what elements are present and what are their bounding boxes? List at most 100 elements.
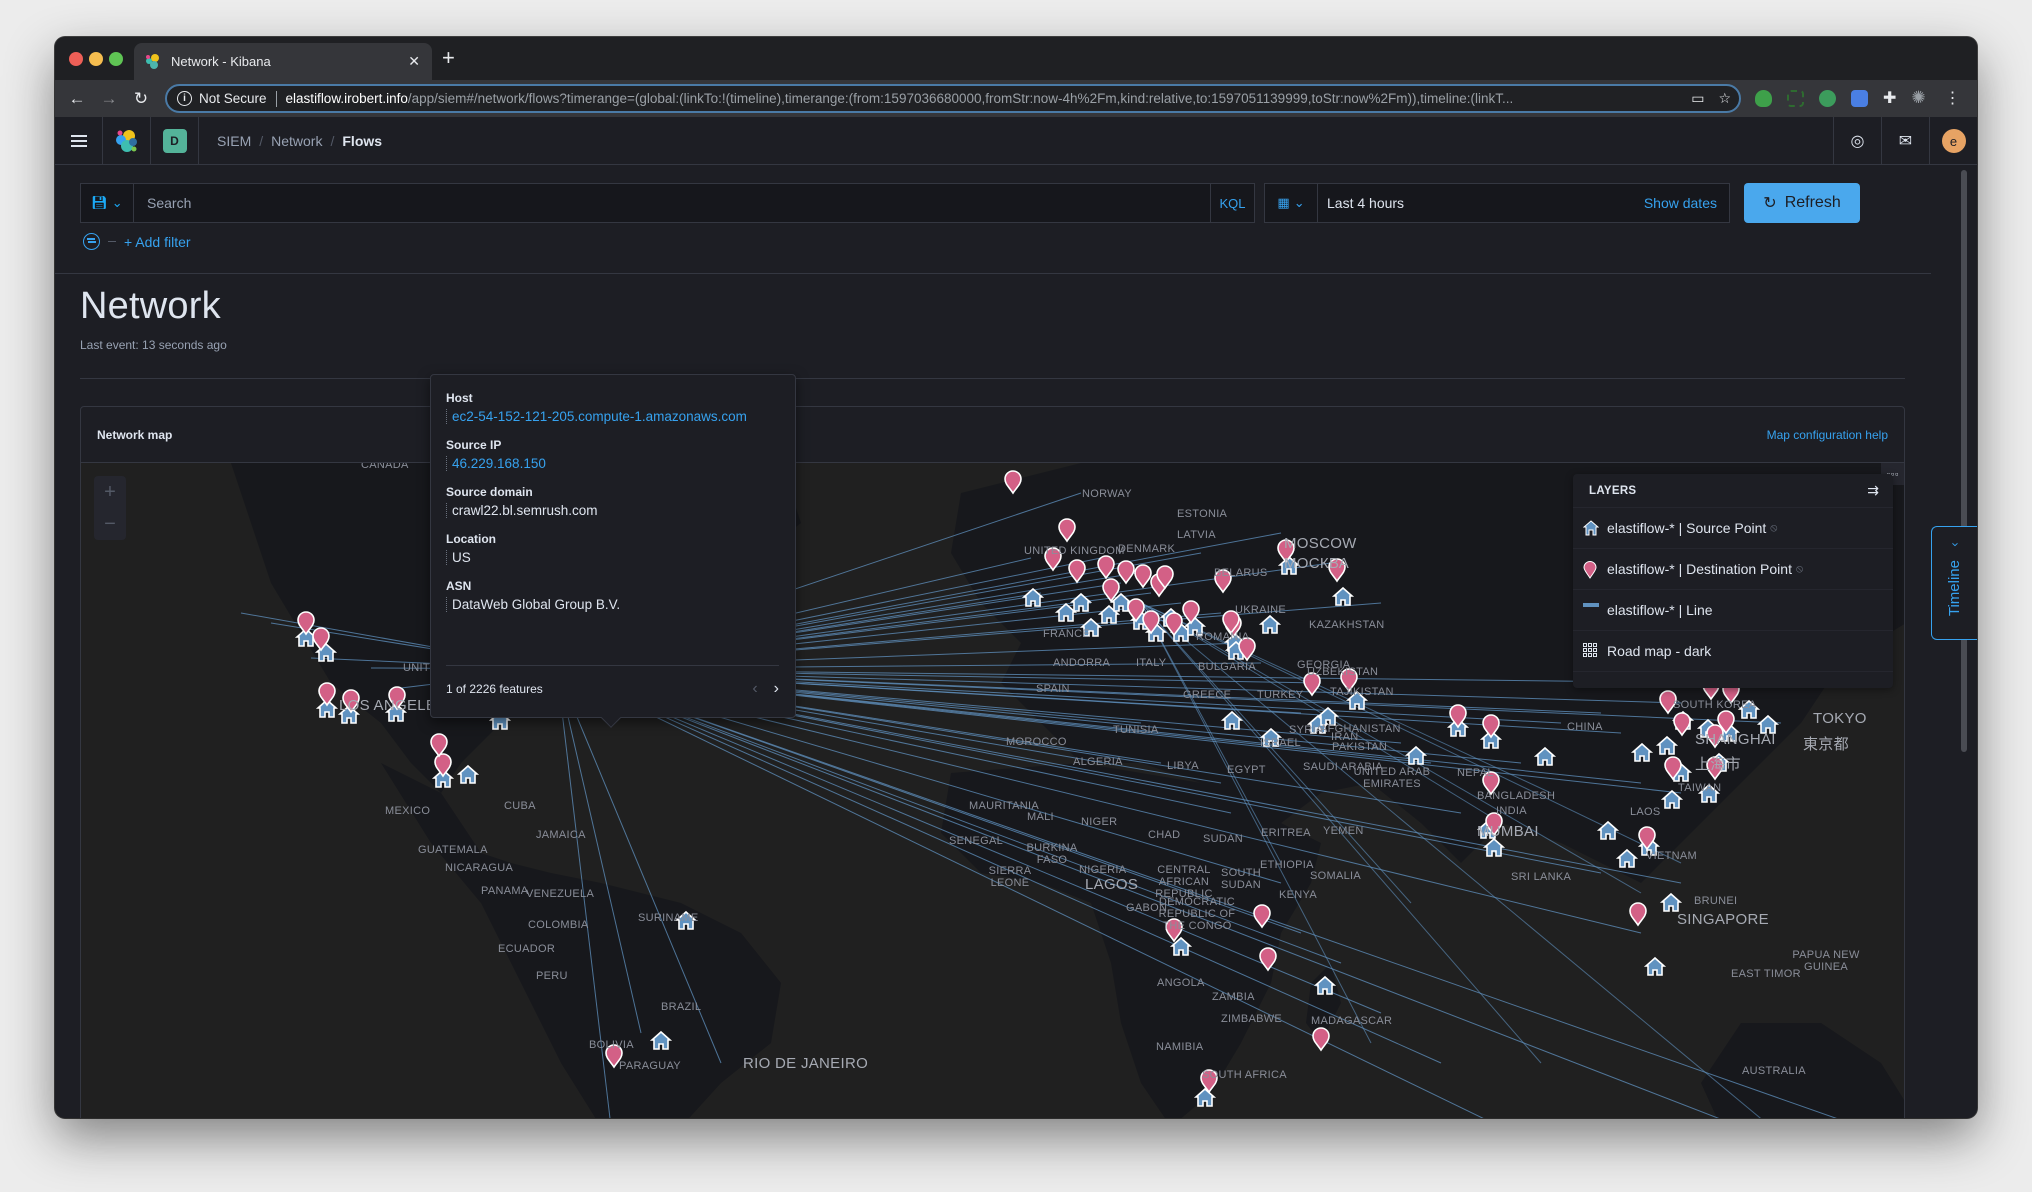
feature-count: 1 of 2226 features xyxy=(446,682,543,696)
source-point-marker xyxy=(1643,956,1667,976)
cast-icon[interactable]: ▭ xyxy=(1691,90,1704,107)
tooltip-field: Host ec2-54-152-121-205.compute-1.amazona… xyxy=(446,391,779,424)
new-tab-button[interactable]: + xyxy=(442,46,455,70)
save-icon: 💾︎ xyxy=(91,195,108,210)
panel-title: Network map xyxy=(97,428,173,442)
close-tab-icon[interactable]: ✕ xyxy=(408,53,420,70)
layer-item-destination-point[interactable]: elastiflow-* | Destination Point ⦸ xyxy=(1573,549,1893,590)
query-bar: 💾︎⌄ KQL ▦⌄ Last 4 hours Show dates ↻ Ref… xyxy=(80,183,1909,223)
add-filter-button[interactable]: + Add filter xyxy=(124,234,191,250)
home-icon xyxy=(1583,520,1599,536)
forward-icon[interactable]: → xyxy=(93,89,125,109)
saved-query-button[interactable]: 💾︎ ⌄ xyxy=(81,184,134,222)
extensions: ✚ ✺ ⋮ xyxy=(1755,88,1961,108)
tooltip-field-label: Host xyxy=(446,391,473,405)
zoom-controls: + − xyxy=(94,476,126,540)
grid-icon xyxy=(1583,643,1599,659)
space-selector[interactable]: D xyxy=(151,116,199,165)
layers-header: LAYERS ⇉ xyxy=(1573,474,1893,508)
breadcrumb-network[interactable]: Network xyxy=(271,133,322,149)
map-configuration-help-link[interactable]: Map configuration help xyxy=(1767,428,1888,442)
layer-label: Road map - dark xyxy=(1607,643,1712,659)
eye-closed-icon: ⦸ xyxy=(1795,562,1804,575)
close-window-button[interactable] xyxy=(69,52,83,66)
layer-item-line[interactable]: elastiflow-* | Line xyxy=(1573,590,1893,631)
reload-icon[interactable]: ↻ xyxy=(125,89,157,109)
tooltip-field-value[interactable]: 46.229.168.150 xyxy=(446,456,779,471)
next-feature-button[interactable]: › xyxy=(774,680,779,698)
hamburger-icon xyxy=(70,134,87,147)
tooltip-field-value: crawl22.bl.semrush.com xyxy=(446,503,779,518)
quick-select-button[interactable]: ▦ ⌄ xyxy=(1265,184,1318,222)
layer-item-road-map[interactable]: Road map - dark xyxy=(1573,631,1893,672)
tooltip-field-label: Location xyxy=(446,532,496,546)
info-icon[interactable]: i xyxy=(177,91,192,106)
landmass xyxy=(941,763,1321,1118)
divider xyxy=(80,378,1905,379)
source-point-marker xyxy=(456,764,480,784)
bookmark-star-icon[interactable]: ☆ xyxy=(1718,90,1731,107)
browser-menu-icon[interactable]: ⋮ xyxy=(1945,88,1961,108)
zoom-out-button[interactable]: − xyxy=(94,508,126,540)
tooltip-field: Source IP 46.229.168.150 xyxy=(446,438,779,471)
tooltip-field: Location US xyxy=(446,532,779,565)
chevron-down-icon: ⌄ xyxy=(111,195,123,210)
query-language-button[interactable]: KQL xyxy=(1210,184,1254,222)
breadcrumb-siem[interactable]: SIEM xyxy=(217,133,251,149)
pinwheel-extension-icon[interactable]: ✺ xyxy=(1911,88,1925,108)
url-path: /app/siem#/network/flows?timerange=(glob… xyxy=(407,91,1514,106)
translate-icon[interactable] xyxy=(1851,89,1868,107)
chevron-down-icon: ⌄ xyxy=(1293,195,1305,210)
kibana-logo[interactable] xyxy=(103,116,151,165)
filter-options-icon[interactable] xyxy=(83,233,100,250)
tooltip-field-value[interactable]: ec2-54-152-121-205.compute-1.amazonaws.c… xyxy=(446,409,779,424)
layer-item-source-point[interactable]: elastiflow-* | Source Point ⦸ xyxy=(1573,508,1893,549)
breadcrumb-separator: / xyxy=(259,132,264,149)
panel-header: Network map Map configuration help xyxy=(81,407,1904,463)
collapse-layers-icon[interactable]: ⇉ xyxy=(1867,482,1879,499)
date-picker: ▦ ⌄ Last 4 hours Show dates xyxy=(1264,183,1730,223)
calendar-icon: ▦ xyxy=(1277,195,1290,210)
layer-prefix: elastiflow-* xyxy=(1607,520,1675,536)
browser-tab[interactable]: Network - Kibana ✕ xyxy=(134,43,432,80)
show-dates-button[interactable]: Show dates xyxy=(1644,195,1729,211)
tooltip-field-label: Source IP xyxy=(446,438,502,452)
newsfeed-mail-icon[interactable]: ✉ xyxy=(1881,117,1929,165)
chevron-up-icon: ‹ xyxy=(1947,542,1962,547)
extensions-puzzle-icon[interactable]: ✚ xyxy=(1883,88,1896,108)
layer-prefix: elastiflow-* xyxy=(1607,602,1675,618)
nav-menu-button[interactable] xyxy=(55,116,103,165)
page-scrollbar[interactable] xyxy=(1961,170,1967,752)
map-canvas[interactable]: + − CanadaUnited StatesLos AngelesWashin… xyxy=(81,463,1904,1118)
chat-extension-icon[interactable] xyxy=(1819,89,1836,107)
eye-closed-icon: ⦸ xyxy=(1770,521,1778,534)
landmass xyxy=(381,763,781,1118)
url-host: elastiflow.irobert.info xyxy=(285,91,408,106)
destination-point-marker xyxy=(1312,1027,1330,1052)
zoom-in-button[interactable]: + xyxy=(94,476,126,508)
timeline-flyout-button[interactable]: ‹ Timeline xyxy=(1931,526,1977,640)
help-lifebuoy-icon[interactable]: ◎ xyxy=(1833,117,1881,165)
time-range-label[interactable]: Last 4 hours xyxy=(1318,195,1644,211)
minimize-window-button[interactable] xyxy=(89,52,103,66)
search-input[interactable] xyxy=(134,184,1210,222)
tooltip-field: Source domain crawl22.bl.semrush.com xyxy=(446,485,779,518)
timeline-label: Timeline xyxy=(1946,560,1963,617)
user-menu[interactable]: e xyxy=(1929,117,1977,165)
right-gutter xyxy=(1931,166,1977,1118)
refresh-button[interactable]: ↻ Refresh xyxy=(1744,183,1860,223)
layer-label: Destination Point xyxy=(1686,561,1792,577)
tooltip-field-value: DataWeb Global Group B.V. xyxy=(446,597,779,612)
line-icon xyxy=(1583,602,1599,618)
layer-label: Line xyxy=(1686,602,1713,618)
screenshot-extension-icon[interactable] xyxy=(1787,89,1804,107)
breadcrumb-flows: Flows xyxy=(342,132,383,149)
back-icon[interactable]: ← xyxy=(61,89,93,109)
previous-feature-button[interactable]: ‹ xyxy=(752,680,757,698)
address-bar[interactable]: i Not Secure elastiflow.irobert.info /ap… xyxy=(165,84,1741,113)
refresh-label: Refresh xyxy=(1784,194,1841,211)
landmass xyxy=(1701,1023,1904,1118)
maximize-window-button[interactable] xyxy=(109,52,123,66)
elastic-logo-icon xyxy=(115,129,137,152)
evernote-icon[interactable] xyxy=(1755,89,1772,107)
